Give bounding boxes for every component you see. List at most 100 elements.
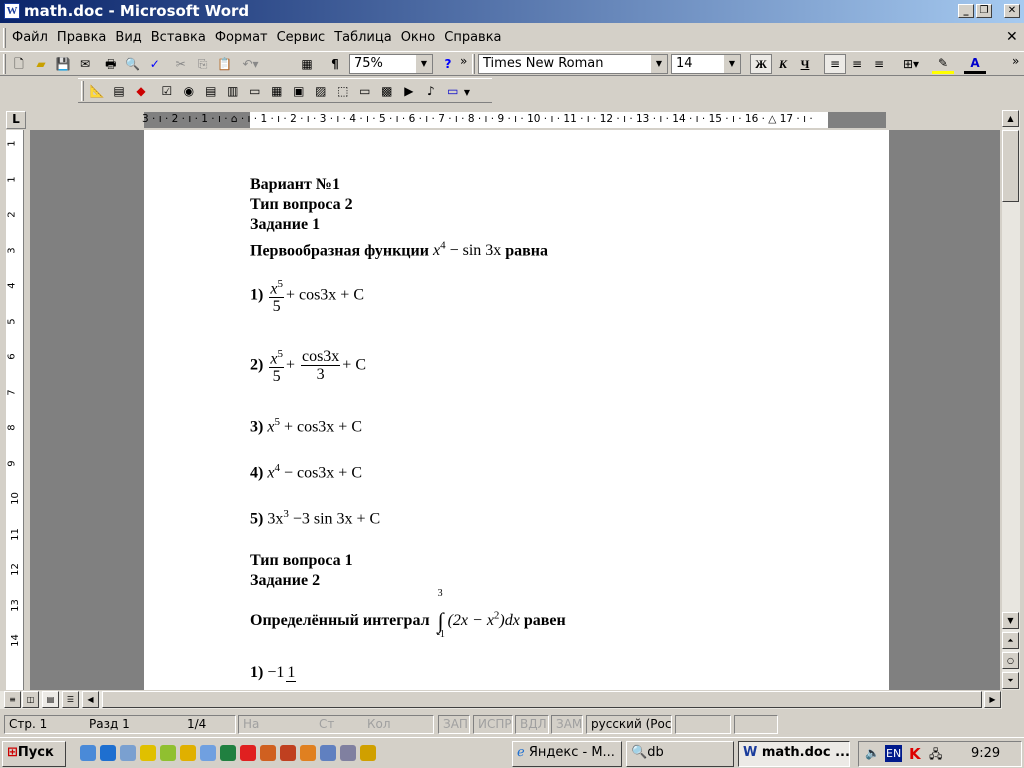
app-icon[interactable] <box>120 745 136 761</box>
scroll-down-button[interactable]: ▼ <box>1002 612 1019 629</box>
scroll-right-button[interactable]: ▶ <box>984 691 1001 708</box>
underline-button[interactable]: Ч <box>794 54 816 74</box>
answer-5[interactable]: 5) 3x3 −3 sin 3x + C <box>250 508 380 528</box>
highlight-icon[interactable]: ✎ <box>932 54 954 74</box>
print-icon[interactable]: 🖶 <box>100 56 122 76</box>
print-layout-button[interactable]: ▤ <box>42 691 59 708</box>
answer-2[interactable]: 2) x5 5 + cos3x 3 + C <box>250 346 366 385</box>
answer-4[interactable]: 4) x4 − cos3x + C <box>250 462 362 482</box>
app-icon[interactable] <box>260 745 276 761</box>
language-indicator[interactable]: EN <box>885 745 903 762</box>
scroll-thumb[interactable] <box>1002 130 1019 202</box>
media-player-icon[interactable] <box>300 745 316 761</box>
restore-button[interactable]: ❐ <box>976 4 992 18</box>
volume-icon[interactable]: 🔈 <box>865 746 880 760</box>
copy-icon[interactable]: ⎘ <box>192 55 214 75</box>
align-left-icon[interactable]: ≡ <box>824 54 846 74</box>
task-db[interactable]: 🔍db <box>626 741 734 767</box>
option-button-icon[interactable]: ◉ <box>178 81 200 101</box>
normal-view-button[interactable]: ≡ <box>4 691 21 708</box>
vertical-scrollbar[interactable]: ▲ ▼ ⏶ ○ ⏷ <box>1002 110 1020 690</box>
menu-grip[interactable] <box>3 28 6 48</box>
bold-button[interactable]: Ж <box>750 54 772 74</box>
chevron-down-icon[interactable]: ▼ <box>416 55 432 73</box>
chevron-down-icon[interactable]: ▼ <box>724 55 740 73</box>
vertical-ruler[interactable]: 1 1 2 3 4 5 6 7 8 9 10 11 12 13 14 <box>6 130 24 690</box>
minimize-button[interactable]: _ <box>958 4 974 18</box>
table-icon[interactable]: ▦ <box>266 81 288 101</box>
record-indicator[interactable]: ЗАП <box>438 715 470 734</box>
video-icon[interactable]: ▶ <box>398 81 420 101</box>
outline-view-button[interactable]: ☰ <box>62 691 79 708</box>
scroll-up-button[interactable]: ▲ <box>1002 110 1019 127</box>
dropdown-field-icon[interactable]: ▤ <box>200 81 222 101</box>
chevron-down-icon[interactable]: ▼ <box>464 88 470 97</box>
horizontal-scroll-thumb[interactable] <box>102 691 982 708</box>
open-folder-icon[interactable]: ▰ <box>30 54 52 74</box>
menu-format[interactable]: Формат <box>215 30 268 45</box>
text-field-icon[interactable]: ▭ <box>354 81 376 101</box>
app-icon[interactable] <box>160 745 176 761</box>
select-browse-object-button[interactable]: ○ <box>1002 652 1019 669</box>
kaspersky-icon[interactable]: K <box>909 745 921 763</box>
italic-button[interactable]: К <box>772 54 794 74</box>
app-icon[interactable] <box>180 745 196 761</box>
web-view-button[interactable]: ◫ <box>22 691 39 708</box>
save-icon[interactable]: 💾 <box>52 54 74 74</box>
scroll-left-button[interactable]: ◀ <box>82 691 99 708</box>
scrolling-text-icon[interactable]: ▭ <box>442 81 464 101</box>
page[interactable]: Вариант №1 Тип вопроса 2 Задание 1 Перво… <box>144 130 889 690</box>
overtype-indicator[interactable]: ЗАМ <box>551 715 583 734</box>
menu-view[interactable]: Вид <box>115 30 141 45</box>
align-center-icon[interactable]: ≡ <box>846 54 868 74</box>
draw-table-icon[interactable]: 📐 <box>86 81 108 101</box>
insert-frame-icon[interactable]: ⬚ <box>332 81 354 101</box>
cut-icon[interactable]: ✂ <box>170 54 192 74</box>
horizontal-ruler[interactable]: 3 · ı · 2 · ı · 1 · ı · ⌂ · ı · 1 · ı · … <box>142 112 886 128</box>
checkbox-field-icon[interactable]: ☑ <box>156 81 178 101</box>
menu-tools[interactable]: Сервис <box>277 30 326 45</box>
task-math-doc[interactable]: W math.doc ... <box>738 741 850 767</box>
horizontal-scrollbar[interactable]: ≡ ◫ ▤ ☰ ◀ ▶ <box>0 691 1002 709</box>
font-color-icon[interactable]: A <box>964 54 986 74</box>
shading-icon[interactable]: ◆ <box>130 81 152 101</box>
network-icon[interactable]: 🖧 <box>929 745 942 766</box>
borders-icon[interactable]: ⊞▾ <box>900 54 922 74</box>
extend-indicator[interactable]: ВДЛ <box>515 715 549 734</box>
show-formatting-icon[interactable]: ¶ <box>324 54 346 74</box>
next-page-button[interactable]: ⏷ <box>1002 672 1019 689</box>
tab-selector-button[interactable]: L <box>6 111 26 129</box>
menu-table[interactable]: Таблица <box>334 30 392 45</box>
font-size-combo[interactable]: 14 ▼ <box>671 54 741 74</box>
toolbar-more-icon[interactable]: » <box>460 54 467 68</box>
form-field-options-icon[interactable]: ▤ <box>108 81 130 101</box>
menu-window[interactable]: Окно <box>401 30 436 45</box>
zoom-combo[interactable]: 75% ▼ <box>349 54 433 74</box>
menu-edit[interactable]: Правка <box>57 30 106 45</box>
app-icon[interactable] <box>140 745 156 761</box>
close-document-button[interactable]: ✕ <box>1006 29 1018 45</box>
hidden-field-icon[interactable]: ▩ <box>376 81 398 101</box>
internet-explorer-icon[interactable] <box>100 745 116 761</box>
app-icon[interactable] <box>240 745 256 761</box>
font-combo[interactable]: Times New Roman ▼ <box>478 54 668 74</box>
answer-1[interactable]: 1) x5 5 + cos3x + C <box>250 276 364 315</box>
menu-insert[interactable]: Вставка <box>151 30 206 45</box>
word-app-icon[interactable]: W <box>4 3 20 19</box>
paste-icon[interactable]: 📋 <box>214 54 236 74</box>
menu-file[interactable]: Файл <box>12 30 48 45</box>
spelling-icon[interactable]: ✓ <box>144 54 166 74</box>
previous-page-button[interactable]: ⏶ <box>1002 632 1019 649</box>
email-icon[interactable]: ✉ <box>74 54 96 74</box>
align-right-icon[interactable]: ≡ <box>868 54 890 74</box>
new-document-icon[interactable]: 🗋 <box>8 56 30 76</box>
search-icon[interactable] <box>200 745 216 761</box>
textbox-icon[interactable]: ▭ <box>244 81 266 101</box>
undo-icon[interactable]: ↶▾ <box>239 54 261 74</box>
insert-table-icon[interactable]: ▦ <box>296 54 318 74</box>
app-icon[interactable] <box>220 745 236 761</box>
close-button[interactable]: ✕ <box>1004 4 1020 18</box>
task-yandex[interactable]: ℯ Яндекс - М... <box>512 741 622 767</box>
print-preview-icon[interactable]: 🔍 <box>122 54 144 74</box>
clock[interactable]: 9:29 <box>971 746 1000 761</box>
